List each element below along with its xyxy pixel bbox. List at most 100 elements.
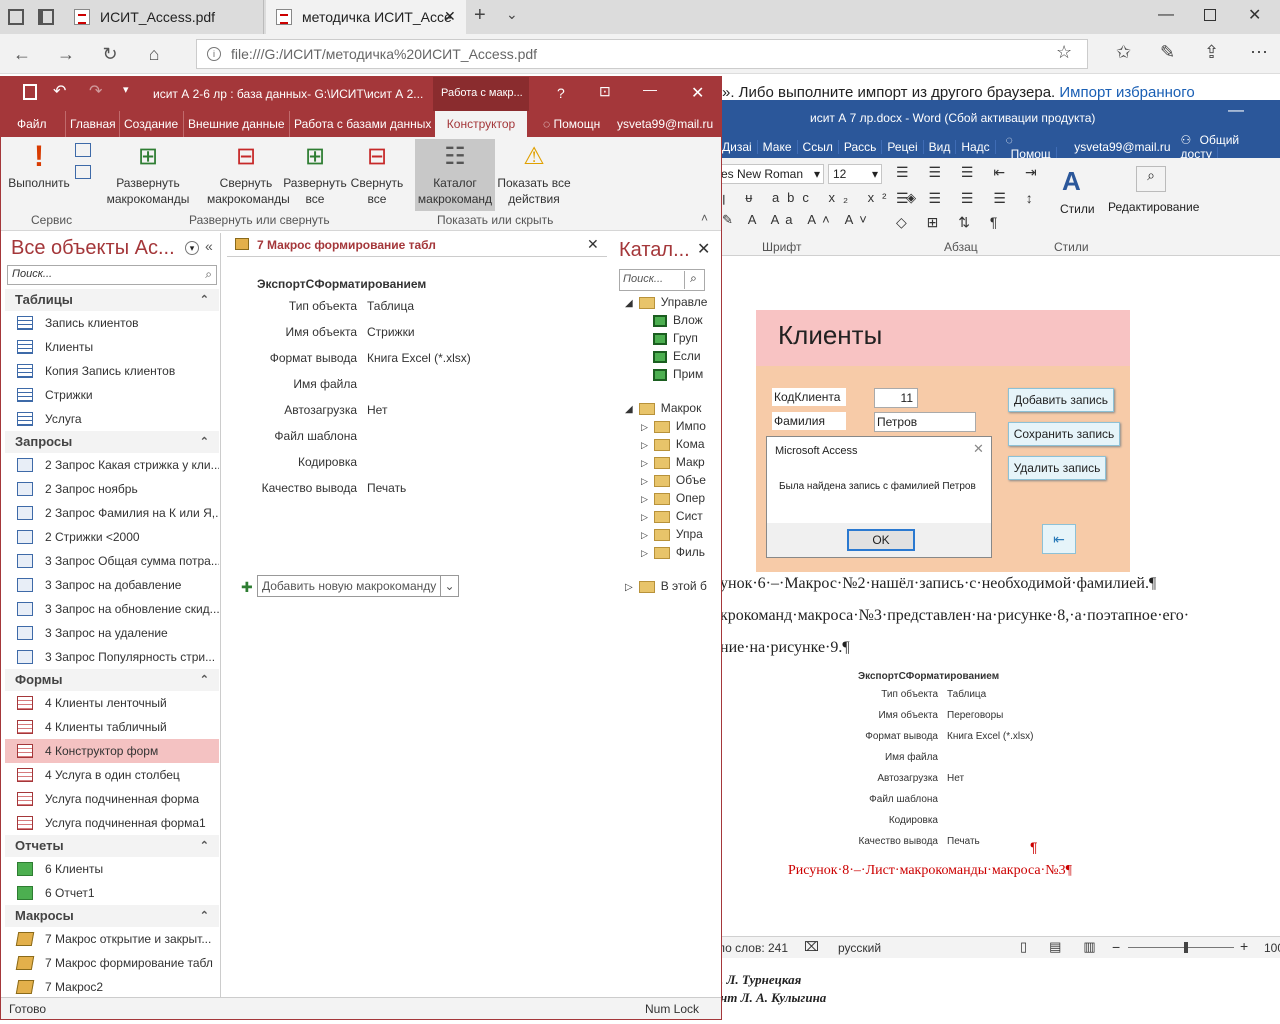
tab-database-tools[interactable]: Работа с базами данных — [289, 111, 435, 137]
catalog-item[interactable]: ▷ Импо — [641, 419, 706, 433]
browser-tab-2[interactable]: методичка ИСИТ_Acce ✕ — [266, 0, 466, 34]
word-tab[interactable]: Маке — [758, 140, 798, 154]
collapsed-arrow-icon[interactable]: ▷ — [641, 476, 648, 486]
expand-all-button[interactable]: ⊞ Развернуть все — [283, 141, 347, 207]
share-icon[interactable]: ⇪ — [1204, 42, 1219, 63]
chevron-down-icon[interactable]: ⌄ — [440, 576, 458, 596]
pen-icon[interactable]: ✎ — [1160, 42, 1175, 63]
word-tab[interactable]: Надс — [956, 140, 996, 154]
undo-icon[interactable]: ↶ — [53, 81, 66, 101]
save-record-button[interactable]: Сохранить запись — [1008, 422, 1120, 446]
tab-design[interactable]: Конструктор — [435, 111, 527, 137]
collapse-group-icon[interactable]: ⌃ — [200, 289, 209, 311]
nav-item[interactable]: 3 Запрос на обновление скид... — [5, 597, 219, 621]
add-record-button[interactable]: Добавить запись — [1008, 388, 1114, 412]
exit-icon[interactable]: ⇤ — [1042, 524, 1076, 554]
styles-button[interactable]: Стили — [1060, 202, 1095, 216]
collapsed-arrow-icon[interactable]: ▷ — [625, 582, 633, 593]
catalog-item[interactable]: ▷ Опер — [641, 491, 705, 505]
tab-external-data[interactable]: Внешние данные — [183, 111, 289, 137]
expanded-arrow-icon[interactable]: ◢ — [625, 298, 633, 309]
nav-item[interactable]: 2 Стрижки <2000 — [5, 525, 219, 549]
nav-item[interactable]: 6 Отчет1 — [5, 881, 219, 905]
forward-icon[interactable]: → — [54, 42, 78, 66]
tab-list-chevron-icon[interactable]: ⌄ — [506, 6, 518, 23]
add-new-action-select[interactable]: Добавить новую макрокоманду ⌄ — [257, 575, 459, 597]
dialog-close-icon[interactable]: ✕ — [973, 441, 984, 457]
collapse-group-icon[interactable]: ⌃ — [200, 669, 209, 691]
font-format-buttons[interactable]: ꞁ ᵾ abc x₂ x² ◈ — [722, 190, 924, 206]
font-name-select[interactable]: es New Roman ▾ — [720, 164, 824, 184]
convert-icon[interactable] — [75, 165, 91, 179]
collapsed-arrow-icon[interactable]: ▷ — [641, 548, 648, 558]
tab-home[interactable]: Главная — [65, 111, 120, 137]
close-document-icon[interactable]: ✕ — [587, 236, 599, 253]
redo-icon[interactable]: ↷ — [89, 81, 102, 101]
tab-file[interactable]: Файл — [13, 111, 51, 137]
nav-group-header[interactable]: Макросы ⌃ — [5, 905, 219, 927]
nav-item[interactable]: 2 Запрос ноябрь — [5, 477, 219, 501]
nav-item[interactable]: Запись клиентов — [5, 311, 219, 335]
argument-value[interactable]: Книга Excel (*.xlsx) — [367, 351, 471, 365]
favorites-icon[interactable]: ✩ — [1116, 42, 1131, 63]
language[interactable]: русский — [838, 941, 881, 955]
catalog-section[interactable]: ◢ Макрок — [625, 401, 701, 415]
word-minimize-icon[interactable]: — — [1228, 102, 1244, 120]
minimize-icon[interactable]: — — [1158, 6, 1174, 24]
nav-item[interactable]: 6 Клиенты — [5, 857, 219, 881]
collapsed-arrow-icon[interactable]: ▷ — [641, 440, 648, 450]
nav-item[interactable]: Стрижки — [5, 383, 219, 407]
nav-menu-chevron-icon[interactable]: ▾ — [185, 241, 199, 255]
catalog-item[interactable]: ▷ Кома — [641, 437, 705, 451]
word-tab[interactable]: Вид — [924, 140, 957, 154]
nav-group-header[interactable]: Отчеты ⌃ — [5, 835, 219, 857]
url-field[interactable]: i file:///G:/ИСИТ/методичка%20ИСИТ_Acces… — [196, 39, 1088, 69]
view-buttons[interactable]: ▯▤▥ — [1020, 939, 1118, 955]
nav-item[interactable]: 3 Запрос Популярность стри... — [5, 645, 219, 669]
word-tab[interactable]: Рассь — [839, 140, 883, 154]
collapsed-arrow-icon[interactable]: ▷ — [641, 512, 648, 522]
more-icon[interactable]: ⋯ — [1250, 42, 1268, 63]
search-icon[interactable]: ⌕ — [1136, 166, 1166, 192]
back-icon[interactable]: ← — [10, 42, 34, 66]
collapse-ribbon-icon[interactable]: ˄ — [701, 211, 708, 225]
nav-item[interactable]: 7 Макрос формирование табл — [5, 951, 219, 975]
font-size-select[interactable]: 12 ▾ — [828, 164, 882, 184]
para-buttons[interactable]: ◇ ⊞ ⇅ ¶ — [896, 214, 1005, 231]
delete-record-button[interactable]: Удалить запись — [1008, 456, 1106, 480]
document-tab[interactable]: 7 Макрос формирование табл ✕ — [227, 233, 607, 257]
ok-button[interactable]: OK — [847, 529, 915, 551]
tab-preview-icon[interactable] — [8, 9, 24, 25]
nav-group-header[interactable]: Запросы ⌃ — [5, 431, 219, 453]
close-window-icon[interactable]: ✕ — [1248, 5, 1261, 25]
home-icon[interactable]: ⌂ — [142, 42, 166, 66]
catalog-item[interactable]: Прим — [653, 367, 703, 381]
zoom-in-icon[interactable]: + — [1240, 938, 1248, 954]
catalog-item[interactable]: ▷ Упра — [641, 527, 703, 541]
nav-item[interactable]: 4 Клиенты ленточный — [5, 691, 219, 715]
nav-item[interactable]: 2 Запрос Фамилия на К или Я,... — [5, 501, 219, 525]
expanded-arrow-icon[interactable]: ◢ — [625, 404, 633, 415]
customize-qat-icon[interactable]: ▾ — [123, 83, 129, 96]
favorite-star-icon[interactable]: ☆ — [1056, 42, 1072, 63]
catalog-item[interactable]: Если — [653, 349, 701, 363]
nav-item[interactable]: 4 Услуга в один столбец — [5, 763, 219, 787]
nav-item[interactable]: Услуга подчиненная форма1 — [5, 811, 219, 835]
zoom-thumb[interactable] — [1184, 942, 1188, 953]
catalog-item[interactable]: Влож — [653, 313, 703, 327]
restore-icon[interactable] — [1204, 9, 1216, 21]
new-tab-icon[interactable]: + — [474, 4, 486, 27]
field-input[interactable]: Петров — [874, 412, 976, 432]
nav-item[interactable]: 3 Запрос Общая сумма потра... — [5, 549, 219, 573]
nav-group-header[interactable]: Таблицы ⌃ — [5, 289, 219, 311]
argument-value[interactable]: Нет — [367, 403, 387, 417]
close-catalog-icon[interactable]: ✕ — [697, 239, 710, 259]
nav-item[interactable]: 2 Запрос Какая стрижка у кли... — [5, 453, 219, 477]
nav-item[interactable]: Клиенты — [5, 335, 219, 359]
search-icon[interactable]: ⌕ — [205, 267, 212, 282]
catalog-item[interactable]: ▷ Макр — [641, 455, 705, 469]
nav-item[interactable]: Услуга подчиненная форма — [5, 787, 219, 811]
word-count[interactable]: ло слов: 241 — [718, 941, 788, 955]
pdf-import-link[interactable]: Импорт избранного — [1059, 84, 1194, 101]
minimize-icon[interactable]: — — [643, 81, 657, 97]
